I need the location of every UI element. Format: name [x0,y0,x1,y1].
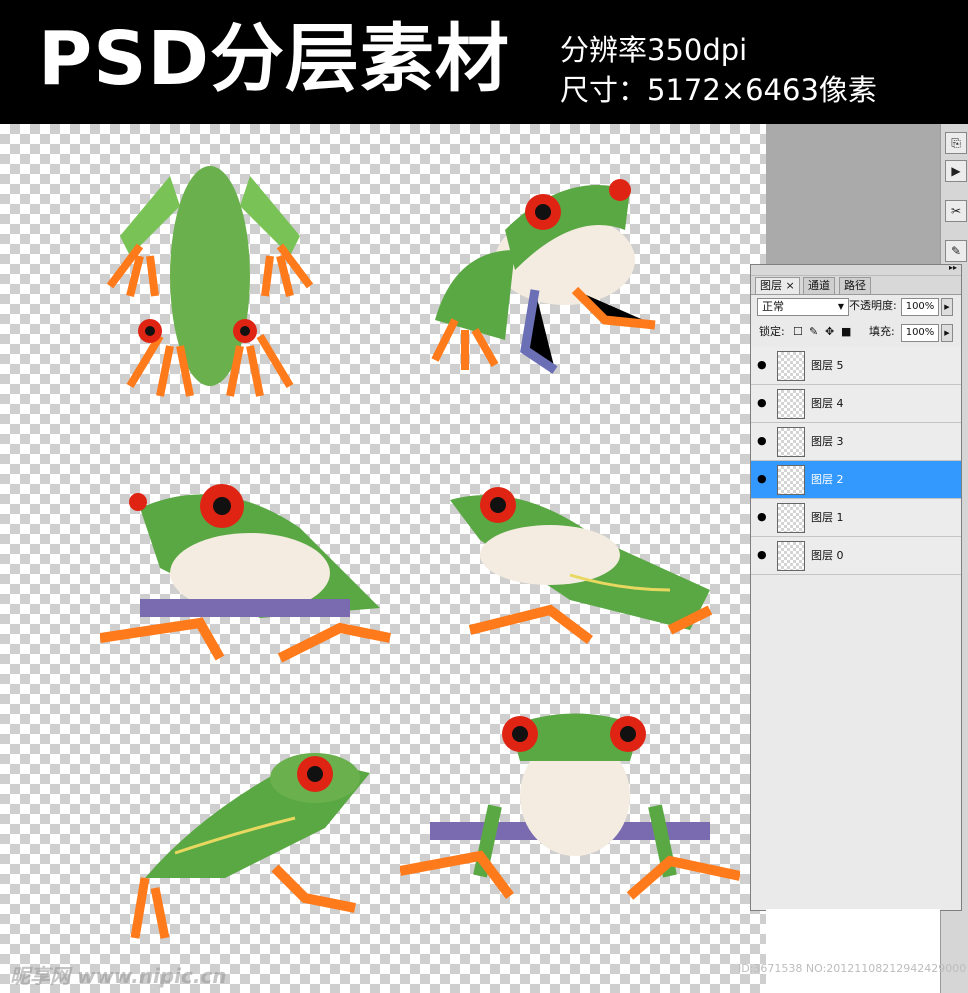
fill-arrow-icon[interactable]: ▶ [941,324,953,342]
size-text: 尺寸：5172×6463像素 [560,73,877,107]
layer-name: 图层 2 [811,473,844,486]
tab-channels[interactable]: 通道 [803,277,835,294]
blend-mode-value: 正常 [762,300,784,313]
layer-list: ● 图层 5 ● 图层 4 ● 图层 3 ● 图层 2 ● 图层 1 ● 图层 … [751,347,961,575]
workspace-background [766,124,940,264]
eye-icon[interactable]: ● [757,549,769,561]
layer-thumbnail [777,541,805,571]
layer-thumbnail [777,389,805,419]
lock-pixels-icon[interactable]: ✎ [809,321,818,343]
eye-icon[interactable]: ● [757,473,769,485]
tab-channels-label: 通道 [808,279,830,292]
layer-name: 图层 0 [811,549,844,562]
layer-thumbnail [777,503,805,533]
layer-thumbnail [777,351,805,381]
layer-name: 图层 3 [811,435,844,448]
opacity-input[interactable]: 100% [901,298,939,316]
eye-icon[interactable]: ● [757,397,769,409]
layers-panel: ▸▸ 图层 × 通道 路径 正常 ▼ 不透明度: 100% ▶ 锁定: ☐ ✎ … [750,263,962,911]
layer-row-selected[interactable]: ● 图层 2 [751,461,961,499]
opacity-label: 不透明度: [849,299,897,312]
watermark-text: 昵享网 www.nipic.cn [10,964,227,988]
brush-icon[interactable]: ✎ [945,240,967,262]
frog-image-bottom-left [130,753,370,939]
layer-thumbnail [777,465,805,495]
fill-input[interactable]: 100% [901,324,939,342]
lock-label: 锁定: [759,325,785,338]
layer-row[interactable]: ● 图层 4 [751,385,961,423]
tab-close-icon[interactable]: × [786,279,795,292]
layer-row[interactable]: ● 图层 3 [751,423,961,461]
banner-title: PSD分层素材 [38,16,510,102]
history-icon[interactable]: ⎘ [945,132,967,154]
panel-menu-icon[interactable]: ▸▸ [949,263,957,272]
frog-image-top-right [431,179,656,374]
frog-image-middle-right [450,487,713,644]
tab-layers[interactable]: 图层 × [755,277,800,294]
workspace-white-area [766,909,940,993]
eye-icon[interactable]: ● [757,359,769,371]
layer-row[interactable]: ● 图层 0 [751,537,961,575]
panel-title-bar[interactable]: ▸▸ [751,263,961,276]
layer-row[interactable]: ● 图层 5 [751,347,961,385]
layer-name: 图层 1 [811,511,844,524]
lock-position-icon[interactable]: ✥ [825,321,834,343]
tab-paths[interactable]: 路径 [839,277,871,294]
layer-name: 图层 5 [811,359,844,372]
frog-image-top-left [106,166,314,397]
blend-row: 正常 ▼ 不透明度: 100% ▶ [751,295,961,319]
eye-icon[interactable]: ● [757,511,769,523]
frog-image-bottom-right [400,713,740,900]
fill-label: 填充: [869,325,895,338]
layer-thumbnail [777,427,805,457]
lock-all-icon[interactable]: ■ [841,321,851,343]
layer-name: 图层 4 [811,397,844,410]
tab-layers-label: 图层 [760,279,782,292]
blend-mode-select[interactable]: 正常 ▼ [757,298,849,316]
frog-image-middle-left [100,484,391,663]
resolution-text: 分辨率350dpi [560,33,748,67]
lock-transparency-icon[interactable]: ☐ [793,321,803,343]
banner-meta: 分辨率350dpi 尺寸：5172×6463像素 [560,30,877,110]
layer-row[interactable]: ● 图层 1 [751,499,961,537]
watermark-id: ID:3671538 NO:20121108212942429000 [738,962,967,975]
panel-tabs: 图层 × 通道 路径 [751,276,961,295]
banner-header: PSD分层素材 分辨率350dpi 尺寸：5172×6463像素 [0,0,968,124]
eye-icon[interactable]: ● [757,435,769,447]
opacity-arrow-icon[interactable]: ▶ [941,298,953,316]
chevron-down-icon: ▼ [837,302,844,311]
lock-row: 锁定: ☐ ✎ ✥ ■ 填充: 100% ▶ [751,321,961,345]
play-icon[interactable]: ▶ [945,160,967,182]
tools-icon[interactable]: ✂ [945,200,967,222]
tab-paths-label: 路径 [844,279,866,292]
